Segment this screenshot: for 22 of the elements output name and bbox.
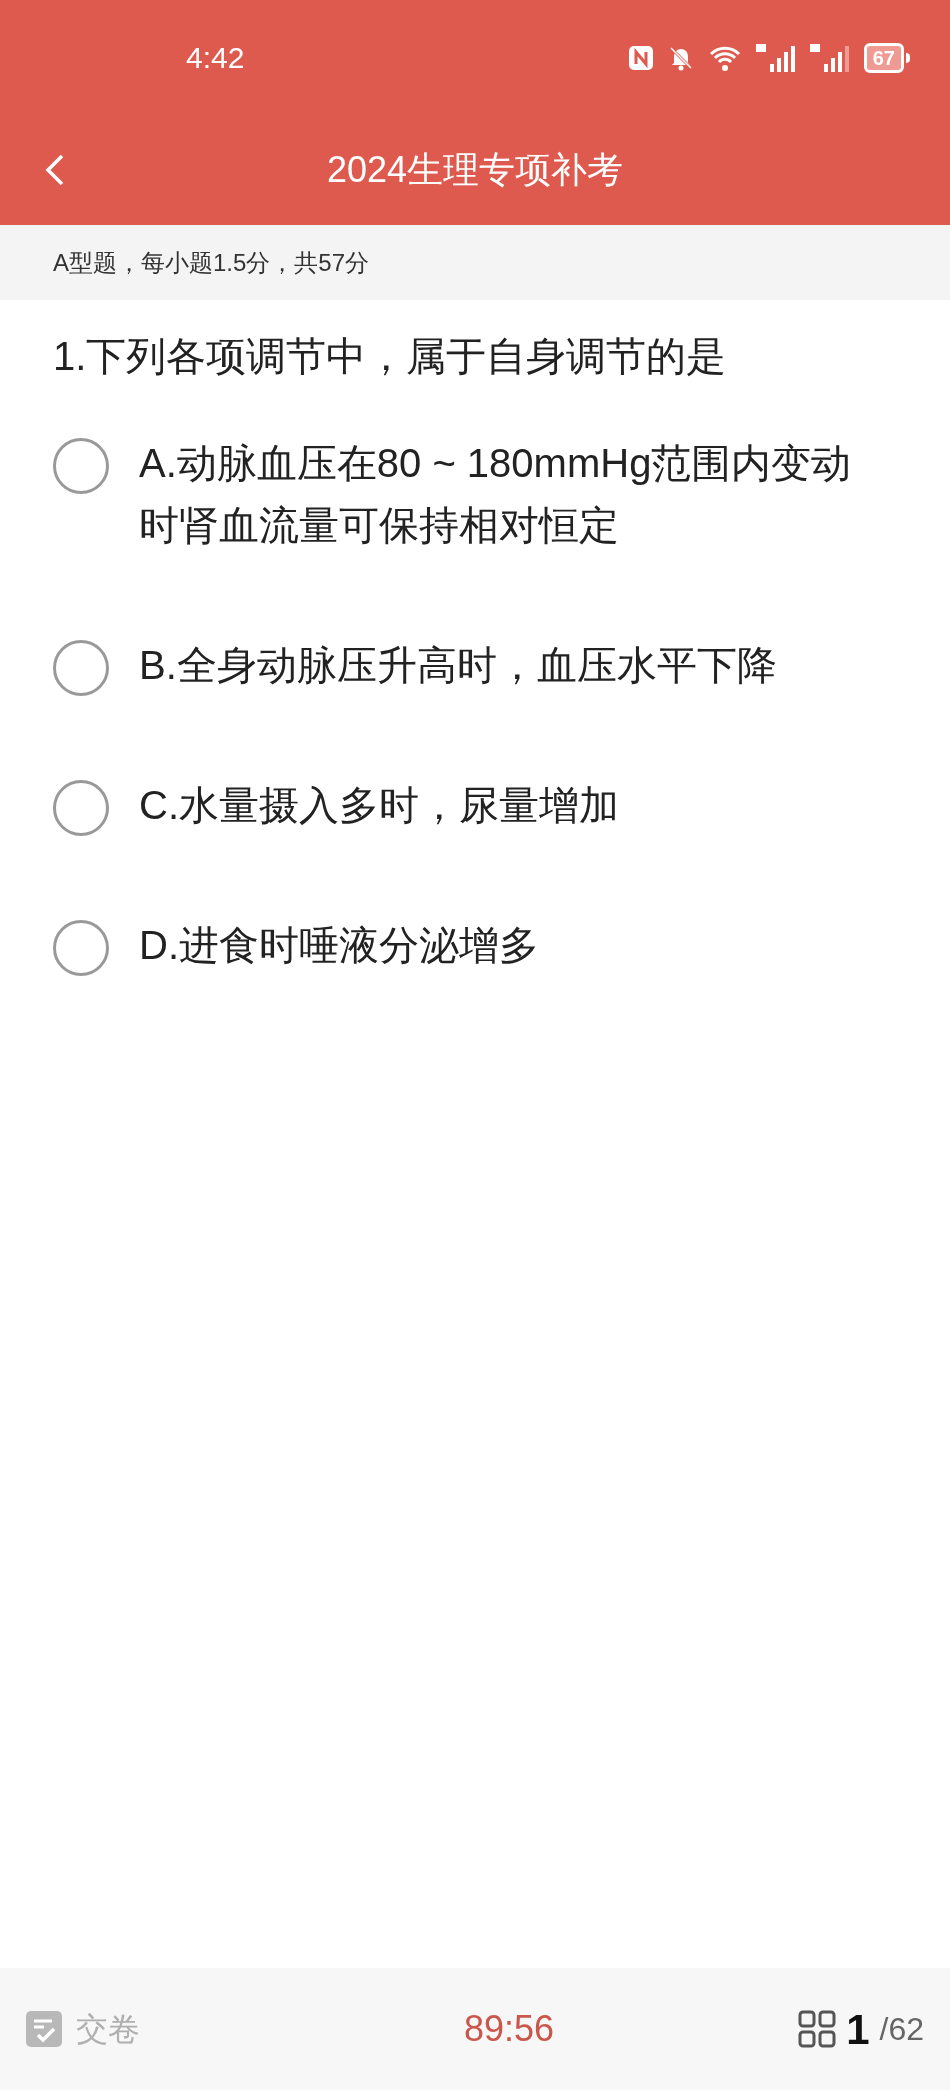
signal-icon (755, 43, 796, 72)
signal-icon (809, 43, 850, 72)
battery-indicator: 67 (863, 42, 910, 73)
answer-option[interactable]: D.进食时唾液分泌增多 (53, 914, 897, 976)
section-label: A型题，每小题1.5分，共57分 (53, 247, 370, 278)
radio-button[interactable] (53, 920, 109, 976)
radio-button[interactable] (53, 780, 109, 836)
question-text: 1.下列各项调节中，属于自身调节的是 (53, 333, 728, 380)
grid-icon (798, 2010, 837, 2048)
status-time: 4:42 (186, 40, 245, 76)
answer-option[interactable]: B.全身动脉压升高时，血压水平下降 (53, 634, 897, 696)
countdown-timer: 89:56 (464, 2007, 555, 2051)
radio-button[interactable] (53, 640, 109, 696)
nfc-icon (627, 44, 654, 71)
mute-bell-icon (667, 44, 694, 71)
answer-option[interactable]: C.水量摄入多时，尿量增加 (53, 774, 897, 836)
answer-option[interactable]: A.动脉血压在80 ~ 180mmHg范围内变动时肾血流量可保持相对恒定 (53, 432, 897, 556)
page-title: 2024生理专项补考 (326, 148, 624, 192)
back-icon (45, 153, 65, 187)
checklist-icon (26, 2011, 62, 2047)
question-navigator-button[interactable]: 1 /62 (798, 1997, 924, 2061)
radio-button[interactable] (53, 438, 109, 494)
